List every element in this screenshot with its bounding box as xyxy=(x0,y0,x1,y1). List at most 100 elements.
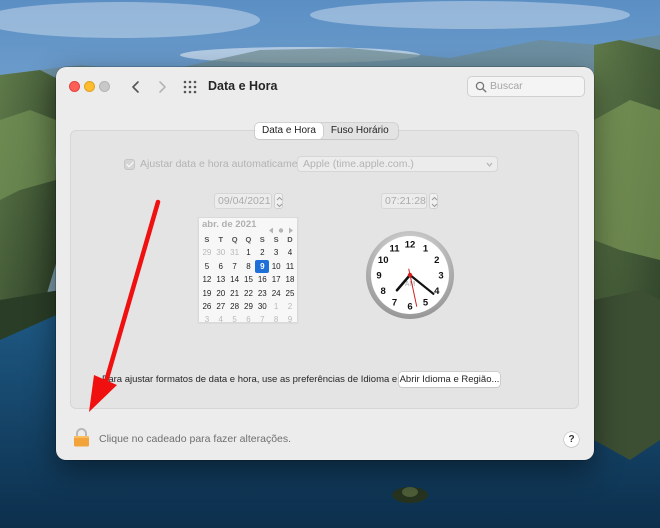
calendar-day[interactable]: 11 xyxy=(283,260,297,273)
auto-set-row[interactable]: Ajustar data e hora automaticamente: xyxy=(124,158,315,170)
calendar-day[interactable]: 13 xyxy=(214,273,228,286)
calendar-day[interactable]: 5 xyxy=(200,260,214,273)
calendar-day[interactable]: 2 xyxy=(283,300,297,313)
forward-button[interactable] xyxy=(152,77,172,97)
auto-set-label: Ajustar data e hora automaticamente: xyxy=(140,158,316,170)
calendar-week-row: 3456789 xyxy=(200,313,297,326)
clock-am-pm: AM xyxy=(405,281,416,288)
chevron-left-icon xyxy=(132,81,139,93)
calendar-day[interactable]: 20 xyxy=(214,287,228,300)
calendar-day[interactable]: 8 xyxy=(269,313,283,326)
calendar-day[interactable]: 6 xyxy=(214,260,228,273)
calendar-day[interactable]: 14 xyxy=(228,273,242,286)
titlebar: Data e Hora Buscar xyxy=(56,67,594,107)
calendar-weekday: S xyxy=(204,235,210,244)
calendar-day[interactable]: 30 xyxy=(214,246,228,259)
calendar-weekday: D xyxy=(287,235,293,244)
calendar-day[interactable]: 27 xyxy=(214,300,228,313)
time-server-value: Apple (time.apple.com.) xyxy=(303,158,414,170)
help-button[interactable]: ? xyxy=(564,432,579,447)
calendar-week-row: 19 20 21 22 23 24 25 xyxy=(200,287,297,300)
analog-clock: 12 12 3 456789 1011 AM xyxy=(366,231,454,319)
clock-number: 5 xyxy=(423,297,429,308)
search-placeholder: Buscar xyxy=(490,80,523,92)
lock-hint-text: Clique no cadeado para fazer alterações. xyxy=(99,433,292,445)
calendar-weekday: Q xyxy=(231,235,238,244)
content-panel: Ajustar data e hora automaticamente: App… xyxy=(70,130,579,409)
tab-bar: Data e Hora Fuso Horário xyxy=(255,123,398,139)
window-title: Data e Hora xyxy=(208,79,278,93)
calendar-weekday: T xyxy=(218,235,224,244)
calendar-weekday-row: STQQSSD xyxy=(200,233,297,246)
chevron-down-icon xyxy=(486,162,493,167)
clock-number: 10 xyxy=(378,255,389,266)
calendar-month-label: abr. de 2021 xyxy=(202,219,257,230)
date-stepper[interactable] xyxy=(274,193,283,209)
calendar-day[interactable]: 4 xyxy=(214,313,228,326)
grid-icon xyxy=(183,80,197,94)
calendar-day[interactable]: 19 xyxy=(200,287,214,300)
calendar-weekday: Q xyxy=(245,235,252,244)
clock-number: 4 xyxy=(434,286,440,297)
calendar-day[interactable]: 1 xyxy=(269,300,283,313)
back-button[interactable] xyxy=(126,77,146,97)
calendar-day[interactable]: 4 xyxy=(283,246,297,259)
show-all-button[interactable] xyxy=(182,79,198,95)
calendar-day[interactable]: 6 xyxy=(242,313,256,326)
calendar-day[interactable]: 28 xyxy=(228,300,242,313)
calendar-day[interactable]: 31 xyxy=(228,246,242,259)
calendar-day[interactable]: 10 xyxy=(269,260,283,273)
calendar-day[interactable]: 3 xyxy=(269,246,283,259)
calendar-week-row: 5 6 7 8 9 10 11 xyxy=(200,259,297,274)
calendar-day[interactable]: 12 xyxy=(200,273,214,286)
clock-number: 7 xyxy=(392,297,397,308)
calendar-day[interactable]: 17 xyxy=(269,273,283,286)
clock-number: 12 xyxy=(405,240,416,251)
calendar-week-row: 29 30 31 1 2 3 4 xyxy=(200,246,297,259)
time-field[interactable]: 07:21:28 xyxy=(381,193,427,209)
calendar-day[interactable]: 16 xyxy=(255,273,269,286)
calendar-day[interactable]: 29 xyxy=(242,300,256,313)
close-button[interactable] xyxy=(69,81,80,92)
zoom-button[interactable] xyxy=(99,81,110,92)
calendar-day[interactable]: 9 xyxy=(283,313,297,326)
calendar-day[interactable]: 7 xyxy=(255,313,269,326)
auto-set-checkbox[interactable] xyxy=(124,158,135,170)
calendar-day[interactable]: 18 xyxy=(283,273,297,286)
calendar-day[interactable]: 29 xyxy=(200,246,214,259)
calendar[interactable]: abr. de 2021 S T Q Q S S D 29 30 31 1 2 3 4 5 6 7 8 9 10 11 1… xyxy=(198,217,298,326)
calendar-day[interactable]: 30 xyxy=(255,300,269,313)
calendar-day[interactable]: 24 xyxy=(269,287,283,300)
preferences-window: Data e Hora Buscar Data e Hora Fuso Horá… xyxy=(56,67,594,460)
calendar-day[interactable]: 15 xyxy=(242,273,256,286)
calendar-day[interactable]: 22 xyxy=(242,287,256,300)
open-language-region-button[interactable]: Abrir Idioma e Região... xyxy=(399,372,500,387)
minimize-button[interactable] xyxy=(84,81,95,92)
calendar-day[interactable]: 3 xyxy=(200,313,214,326)
tab-date-time[interactable]: Data e Hora xyxy=(255,123,323,139)
clock-number: 3 xyxy=(438,271,443,282)
lock-button[interactable] xyxy=(73,428,90,447)
clock-center-pin xyxy=(407,272,413,278)
calendar-weekday: S xyxy=(273,235,279,244)
calendar-day[interactable]: 21 xyxy=(228,287,242,300)
calendar-day[interactable]: 26 xyxy=(200,300,214,313)
calendar-day[interactable]: 25 xyxy=(283,287,297,300)
clock-number: 1 xyxy=(423,244,429,255)
calendar-day[interactable]: 23 xyxy=(255,287,269,300)
time-server-select[interactable]: Apple (time.apple.com.) xyxy=(297,156,498,172)
calendar-day[interactable]: 1 xyxy=(242,246,256,259)
calendar-day[interactable]: 7 xyxy=(228,260,242,273)
calendar-day[interactable]: 5 xyxy=(228,313,242,326)
calendar-day[interactable]: 8 xyxy=(242,260,256,273)
calendar-weekday: S xyxy=(259,235,265,244)
calendar-week-row: 26 27 28 29 30 1 2 xyxy=(200,300,297,313)
search-field[interactable]: Buscar xyxy=(467,76,585,97)
region-info-text: Para ajustar formatos de data e hora, us… xyxy=(102,374,433,385)
date-field[interactable]: 09/04/2021 xyxy=(214,193,272,209)
calendar-day[interactable]: 2 xyxy=(255,246,269,259)
tab-time-zone[interactable]: Fuso Horário xyxy=(323,123,398,139)
calendar-day-selected[interactable]: 9 xyxy=(255,259,270,274)
time-stepper[interactable] xyxy=(429,193,438,209)
clock-number: 8 xyxy=(381,286,386,297)
